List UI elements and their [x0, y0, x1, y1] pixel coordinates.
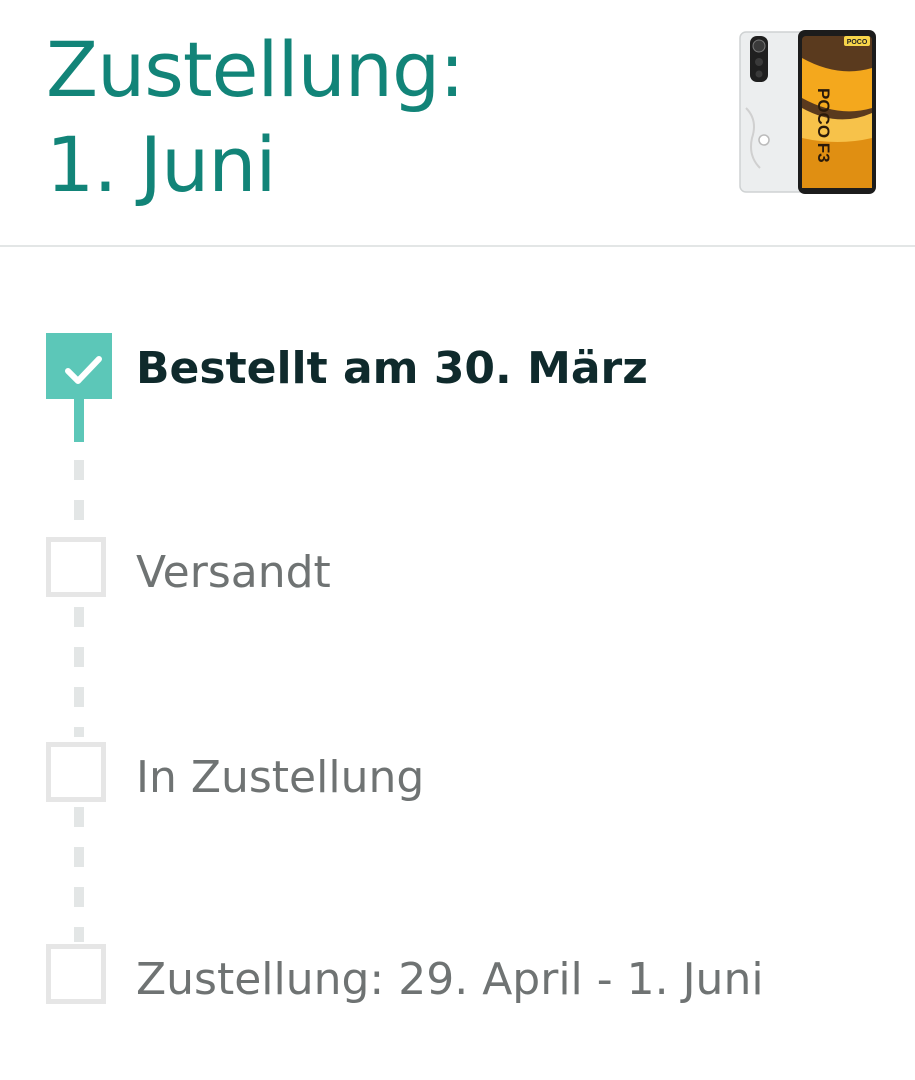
- delivery-title: Zustellung: 1. Juni: [46, 22, 465, 212]
- timeline-connector: [74, 607, 84, 737]
- product-image[interactable]: POCO POCO F3: [738, 28, 878, 196]
- shipment-timeline: Bestellt am 30. März Versandt In Zustell…: [0, 247, 915, 1080]
- timeline-step-out-for-delivery: In Zustellung: [0, 742, 915, 812]
- timeline-connector-done: [74, 397, 84, 442]
- step-checkbox-empty: [46, 944, 106, 1004]
- delivery-header: Zustellung: 1. Juni POCO POCO F3: [0, 0, 915, 245]
- step-checkbox-empty: [46, 742, 106, 802]
- delivery-title-label: Zustellung:: [46, 25, 465, 114]
- check-icon: [65, 356, 102, 384]
- timeline-step-delivery: Zustellung: 29. April - 1. Juni: [0, 944, 915, 1014]
- timeline-step-ordered: Bestellt am 30. März: [0, 333, 915, 403]
- step-label-ordered: Bestellt am 30. März: [136, 343, 648, 394]
- step-label-delivery: Zustellung: 29. April - 1. Juni: [136, 954, 764, 1005]
- delivery-date: 1. Juni: [46, 120, 277, 209]
- phone-brand-text: POCO F3: [814, 88, 833, 163]
- step-label-shipped: Versandt: [136, 547, 331, 598]
- timeline-connector: [74, 807, 84, 942]
- timeline-step-shipped: Versandt: [0, 537, 915, 607]
- svg-text:POCO: POCO: [847, 39, 868, 46]
- step-checkbox-checked: [46, 333, 112, 399]
- step-label-out-for-delivery: In Zustellung: [136, 752, 425, 803]
- step-checkbox-empty: [46, 537, 106, 597]
